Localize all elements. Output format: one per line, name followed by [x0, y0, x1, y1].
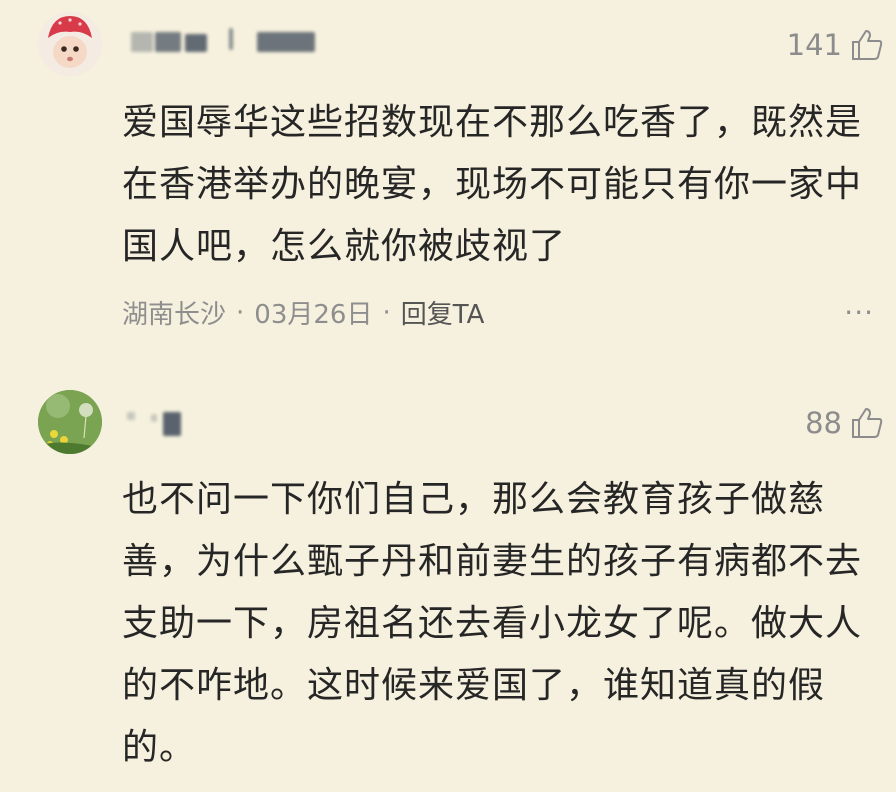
username-redacted[interactable] [125, 410, 205, 438]
separator: · [236, 297, 245, 328]
comment-date: 03月26日 [254, 300, 373, 330]
separator: · [382, 297, 391, 328]
like-count: 88 [805, 406, 842, 440]
comment-item: 141 爱国辱华这些招数现在不那么吃香了，既然是在香港举办的晚宴，现场不可能只有… [0, 0, 896, 360]
location: 湖南长沙 [122, 300, 227, 330]
avatar[interactable] [38, 390, 102, 454]
comment-meta: 湖南长沙 · 03月26日 · 回复TA [122, 294, 484, 331]
comment-item: 88 也不问一下你们自己，那么会教育孩子做慈善，为什么甄子丹和前妻生的孩子有病都… [0, 370, 896, 792]
reply-button[interactable]: 回复TA [401, 294, 485, 331]
more-dots-icon[interactable]: ··· [844, 296, 874, 329]
thumbs-up-icon [852, 30, 883, 60]
like-count-button[interactable]: 141 [787, 28, 884, 62]
username-redacted[interactable] [125, 28, 325, 56]
avatar[interactable] [38, 12, 102, 76]
comment-text: 爱国辱华这些招数现在不那么吃香了，既然是在香港举办的晚宴，现场不可能只有你一家中… [122, 102, 863, 267]
thumbs-up-icon [852, 408, 883, 438]
comment-text: 也不问一下你们自己，那么会教育孩子做慈善，为什么甄子丹和前妻生的孩子有病都不去支… [122, 479, 863, 768]
like-count-button[interactable]: 88 [805, 406, 884, 440]
like-count: 141 [786, 28, 842, 62]
